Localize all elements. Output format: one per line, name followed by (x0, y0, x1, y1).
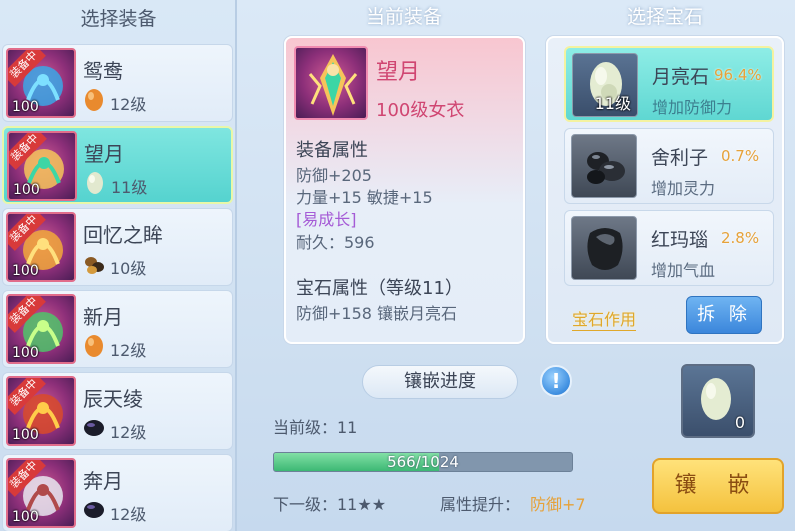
red-agate-name: 红玛瑙 (651, 229, 709, 251)
current-equipment-title: 当前装备 (365, 6, 442, 28)
info-icon[interactable]: ! (540, 365, 572, 397)
inlaid-gem-icon (85, 257, 104, 274)
selected-gem-slot[interactable]: 0 (681, 364, 755, 438)
inlay-progress-title: 镶嵌进度 (362, 365, 518, 399)
sarira-rate: 0.7% (721, 147, 760, 165)
next-level-text: 下一级：11★★ (273, 495, 387, 514)
equipment-durability: 耐久：596 (296, 233, 375, 252)
equipment-item[interactable]: 装备中 100 望月 11级 (2, 126, 233, 204)
moonstone-name: 月亮石 (652, 66, 710, 88)
equipment-item[interactable]: 装备中 100 回忆之眸 10级 (2, 208, 233, 286)
current-equipment-panel: 望月 100级女衣 装备属性 防御+205 力量+15 敏捷+15 [易成长] … (284, 36, 525, 344)
red-agate-effect: 增加气血 (651, 261, 716, 280)
current-level-text: 当前级：11 (273, 418, 358, 437)
equipment-item[interactable]: 装备中 100 鸳鸯 12级 (2, 44, 233, 122)
inlaid-gem-level: 10级 (110, 259, 147, 278)
equipment-name: 鸳鸯 (83, 59, 123, 83)
gem-attribute-value: 防御+158 镶嵌月亮石 (296, 304, 458, 323)
gem-row-sarira[interactable]: 舍利子 0.7% 增加灵力 (564, 128, 774, 204)
equipment-name: 新月 (83, 305, 123, 329)
inlaid-gem-level: 11级 (111, 178, 148, 197)
current-equipment-icon (294, 46, 368, 120)
moonstone-level: 11级 (594, 94, 631, 113)
equipment-icon: 装备中 100 (6, 212, 76, 282)
gem-function-link[interactable]: 宝石作用 (572, 306, 637, 331)
inlaid-gem-level: 12级 (110, 341, 147, 360)
inlay-button[interactable]: 镶 嵌 (652, 458, 784, 514)
equipment-icon: 装备中 100 (6, 376, 76, 446)
equipment-level: 100 (12, 427, 39, 443)
inlaid-gem-level: 12级 (110, 95, 147, 114)
equipment-name: 回忆之眸 (83, 223, 163, 247)
equipment-icon: 装备中 100 (6, 458, 76, 528)
equipment-attribute-stats: 力量+15 敏捷+15 (296, 188, 433, 207)
equipment-item[interactable]: 装备中 100 奔月 12级 (2, 454, 233, 531)
inlay-progress-text: 566/1024 (387, 453, 459, 471)
select-gem-title: 选择宝石 (626, 6, 703, 28)
equipment-list-panel: 选择装备 装备中 100 鸳鸯 12级 装备中 100 望月 11级 装备中 100 回忆之眸 10级… (0, 0, 237, 531)
gem-selection-panel: 11级 月亮石 96.4% 增加防御力 舍利子 0.7% 增加灵力 红玛瑙 2.… (546, 36, 784, 344)
equipment-level: 100 (12, 509, 39, 525)
inlaid-gem-icon (87, 172, 103, 194)
inlaid-gem-icon (84, 502, 104, 518)
equipment-icon: 装备中 100 (6, 48, 76, 118)
moonstone-effect: 增加防御力 (652, 98, 733, 117)
equipment-item[interactable]: 装备中 100 辰天绫 12级 (2, 372, 233, 450)
moonstone-gem-icon: 11级 (572, 53, 638, 117)
equipment-item[interactable]: 装备中 100 新月 12级 (2, 290, 233, 368)
remove-gem-button[interactable]: 拆 除 (686, 296, 762, 334)
inlaid-gem-level: 12级 (110, 423, 147, 442)
sarira-gem-icon (571, 134, 637, 198)
inlay-progress-bar: 566/1024 (273, 452, 573, 472)
moonstone-rate: 96.4% (714, 66, 762, 84)
equipment-name: 辰天绫 (83, 387, 143, 411)
equipment-level: 100 (12, 345, 39, 361)
equipment-level: 100 (13, 182, 40, 198)
inlaid-gem-icon (85, 89, 103, 111)
equipment-level: 100 (12, 99, 39, 115)
current-equipment-name: 望月 (376, 60, 421, 85)
red-agate-rate: 2.8% (721, 229, 760, 247)
equipment-name: 望月 (84, 142, 124, 166)
equipment-name: 奔月 (83, 469, 123, 493)
current-equipment-type: 100级女衣 (376, 100, 465, 121)
equipment-attributes-heading: 装备属性 (296, 140, 368, 161)
inlaid-gem-icon (84, 420, 104, 436)
red-agate-gem-icon (571, 216, 637, 280)
inlaid-gem-level: 12级 (110, 505, 147, 524)
attribute-boost-value: 防御+7 (530, 495, 586, 514)
gem-count: 0 (734, 413, 745, 432)
inlaid-gem-icon (85, 335, 103, 357)
equipment-level: 100 (12, 263, 39, 279)
equipment-icon: 装备中 100 (7, 131, 77, 201)
gem-row-red-agate[interactable]: 红玛瑙 2.8% 增加气血 (564, 210, 774, 286)
equipment-list-title: 选择装备 (80, 8, 157, 30)
attribute-boost-label: 属性提升： (440, 495, 521, 514)
sarira-effect: 增加灵力 (651, 179, 716, 198)
sarira-name: 舍利子 (651, 147, 709, 169)
gem-attributes-heading: 宝石属性（等级11） (296, 278, 463, 299)
equipment-growth-tag: [易成长] (296, 210, 357, 229)
gem-row-moonstone[interactable]: 11级 月亮石 96.4% 增加防御力 (564, 46, 774, 122)
equipment-icon: 装备中 100 (6, 294, 76, 364)
equipment-attribute-defense: 防御+205 (296, 166, 372, 185)
